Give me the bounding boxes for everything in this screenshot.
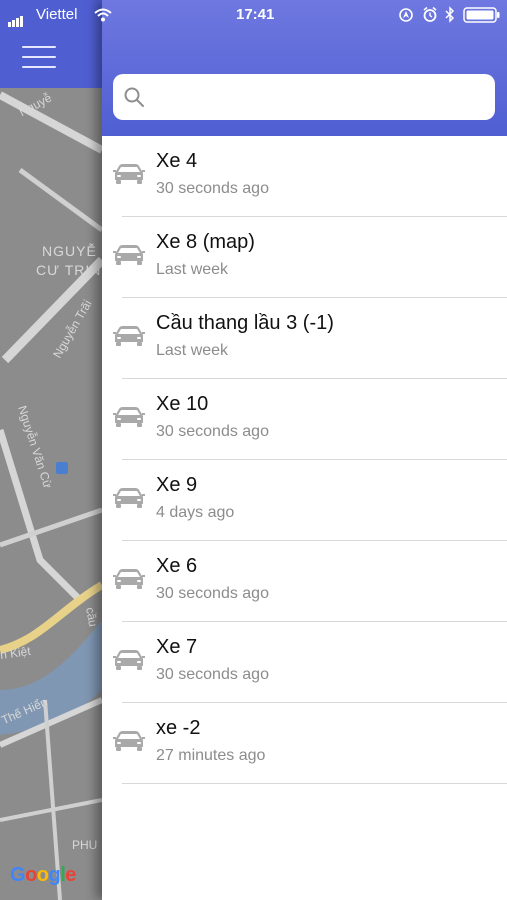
- vehicle-list-item[interactable]: Xe 4 30 seconds ago: [102, 136, 507, 217]
- car-icon: [112, 646, 146, 677]
- vehicle-last-seen: Last week: [156, 261, 229, 278]
- map-roads: [0, 91, 102, 900]
- vehicle-last-seen: 30 seconds ago: [156, 423, 269, 440]
- vehicle-last-seen: 27 minutes ago: [156, 747, 266, 764]
- vehicle-list: Xe 4 30 seconds ago Xe 8 (map) Last week Cầu…: [102, 136, 507, 784]
- search-icon: [124, 87, 144, 107]
- carrier-name: Viettel: [36, 6, 78, 23]
- divider: [122, 783, 507, 784]
- car-icon: [112, 241, 146, 272]
- car-icon: [112, 403, 146, 434]
- car-icon: [112, 484, 146, 515]
- bus-stop-icon[interactable]: [56, 462, 68, 474]
- google-logo: Google: [10, 864, 76, 886]
- vehicle-name: Cầu thang lầu 3 (-1): [156, 312, 334, 334]
- vehicle-last-seen: 4 days ago: [156, 504, 235, 521]
- vehicle-name: Xe 10: [156, 393, 209, 415]
- vehicle-name: Xe 9: [156, 474, 198, 496]
- map-label: CƯ TRIN: [36, 262, 102, 278]
- search-bar[interactable]: [113, 74, 495, 120]
- car-icon: [112, 322, 146, 353]
- wifi-icon: [94, 8, 112, 22]
- car-icon: [112, 727, 146, 758]
- alarm-icon: [423, 6, 437, 22]
- vehicle-last-seen: 30 seconds ago: [156, 666, 269, 683]
- vehicle-list-item[interactable]: Xe 10 30 seconds ago: [102, 379, 507, 460]
- status-bar: Viettel 17:41: [0, 0, 507, 30]
- map-label: NGUYỄ: [42, 243, 97, 259]
- car-icon: [112, 160, 146, 191]
- vehicle-name: xe -2: [156, 717, 201, 739]
- vehicle-list-item[interactable]: Xe 9 4 days ago: [102, 460, 507, 541]
- vehicle-last-seen: 30 seconds ago: [156, 180, 269, 197]
- vehicle-last-seen: Last week: [156, 342, 229, 359]
- search-input[interactable]: [153, 82, 487, 114]
- vehicle-name: Xe 4: [156, 150, 198, 172]
- bluetooth-icon: [445, 6, 455, 23]
- vehicle-list-item[interactable]: Xe 8 (map) Last week: [102, 217, 507, 298]
- vehicle-list-item[interactable]: Cầu thang lầu 3 (-1) Last week: [102, 298, 507, 379]
- signal-icon: [8, 10, 24, 27]
- vehicle-name: Xe 6: [156, 555, 198, 577]
- vehicle-list-item[interactable]: xe -2 27 minutes ago: [102, 703, 507, 784]
- hamburger-menu-icon[interactable]: [22, 46, 56, 76]
- map-view[interactable]: Nguyễ NGUYỄ CƯ TRIN Nguyễn Trãi Nguyễn V…: [0, 0, 102, 900]
- vehicle-name: Xe 7: [156, 636, 198, 658]
- location-lock-icon: [399, 8, 413, 22]
- battery-icon: [463, 7, 500, 23]
- vehicle-name: Xe 8 (map): [156, 231, 255, 253]
- clock: 17:41: [236, 6, 275, 23]
- car-icon: [112, 565, 146, 596]
- vehicle-list-item[interactable]: Xe 7 30 seconds ago: [102, 622, 507, 703]
- vehicle-last-seen: 30 seconds ago: [156, 585, 269, 602]
- vehicle-list-item[interactable]: Xe 6 30 seconds ago: [102, 541, 507, 622]
- map-label: PHU: [72, 838, 98, 852]
